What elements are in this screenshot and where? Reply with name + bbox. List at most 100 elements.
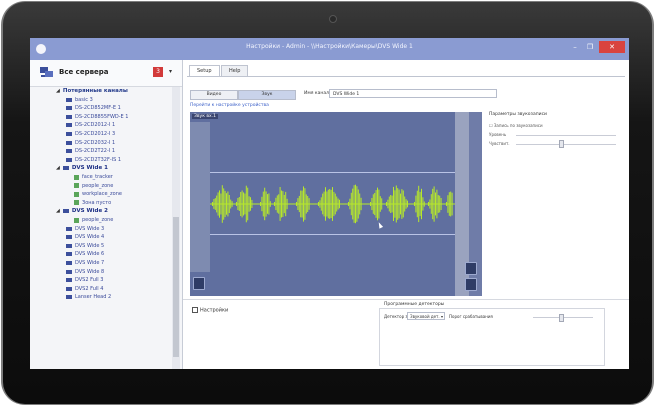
expand-icon[interactable]: ◢ — [56, 88, 60, 94]
tree-camera-item[interactable]: ◢ DVS Wide 1 — [56, 164, 108, 172]
camera-icon — [66, 235, 72, 240]
chevron-down-icon[interactable]: ▾ — [169, 68, 172, 75]
tree-zone-item[interactable]: workplace_zone — [74, 190, 122, 198]
camera-icon — [66, 140, 72, 145]
tree-camera-item[interactable]: DS-2CD2012-I 1 — [66, 121, 115, 129]
tree-item-label: DVS Wide 5 — [75, 242, 105, 249]
threshold-slider-knob[interactable] — [559, 314, 564, 322]
tree-camera-item[interactable]: DVS Wide 7 — [66, 259, 104, 267]
tree-camera-item[interactable]: DS-2CD2T32F-IS 1 — [66, 156, 121, 164]
tree-camera-item[interactable]: basic 3 — [66, 96, 93, 104]
camera-icon — [66, 278, 72, 283]
screen: Настройки - Admin - \\Настройки\Камеры\D… — [30, 38, 629, 369]
tree-item-label: DVS2 Full 3 — [75, 277, 104, 284]
tree-camera-item[interactable]: DVS2 Full 4 — [66, 285, 103, 293]
tree-item-label: Lanser Head 2 — [75, 294, 112, 301]
camera-icon — [66, 243, 72, 248]
audio-mode-button[interactable]: Звук — [238, 90, 296, 100]
tree-camera-item[interactable]: ◢ DVS Wide 2 — [56, 207, 108, 215]
tree-item-label: DS-2CD852MF-E 1 — [75, 105, 121, 112]
scrollbar-thumb[interactable] — [173, 217, 179, 357]
settings-checkbox[interactable]: Настройки — [192, 307, 228, 314]
tree-camera-item[interactable]: DS-2CD2032-I 1 — [66, 139, 115, 147]
checkbox-box[interactable] — [192, 307, 198, 313]
minimize-button[interactable]: – — [568, 41, 582, 53]
camera-tree: ◢ Потерянные каналы basic 3 DS-2CD852MF-E 1… — [30, 87, 172, 369]
camera-icon — [66, 149, 72, 154]
waveform-baseline — [210, 203, 455, 205]
tree-zone-item[interactable]: people_zone — [74, 216, 113, 224]
camera-icon — [66, 286, 72, 291]
tree-item-label: DS-2CD2012-I 3 — [75, 131, 116, 137]
main-content: Setup Help Видео Звук Имя канала DVS Wid… — [183, 60, 629, 369]
device-settings-link[interactable]: Перейти к настройке устройства — [190, 103, 269, 108]
camera-icon — [62, 209, 69, 214]
tree-camera-item[interactable]: DS-2CD2T22-I 1 — [66, 147, 115, 155]
video-preview[interactable]: Звук вх.1 — [190, 112, 482, 296]
tree-camera-item[interactable]: DS-2CD852MF-E 1 — [66, 104, 121, 112]
tree-item-label: Потерянные каналы — [62, 88, 128, 94]
tree-item-label: DVS Wide 3 — [75, 225, 105, 232]
tree-camera-item[interactable]: DVS Wide 4 — [66, 233, 104, 241]
tree-camera-item[interactable]: Lanser Head 2 — [66, 293, 111, 301]
detector-select[interactable]: Звуковой дет. ▾ — [407, 312, 445, 320]
tree-item-label: DVS Wide 7 — [75, 260, 105, 266]
sensitivity-slider-knob[interactable] — [559, 140, 564, 148]
snapshot-icon[interactable] — [193, 277, 205, 290]
camera-icon — [66, 132, 72, 136]
zone-icon — [74, 200, 79, 206]
video-mode-button[interactable]: Видео — [190, 90, 238, 100]
threshold-line-top — [210, 172, 455, 173]
camera-icon — [66, 123, 72, 128]
level-slider[interactable] — [516, 135, 616, 136]
tree-zone-item[interactable]: Зона пусто — [74, 199, 111, 207]
expand-icon[interactable]: ◢ — [56, 165, 60, 171]
channel-name-input[interactable]: DVS Wide 1 — [329, 89, 497, 98]
tree-camera-item[interactable]: DS-2CD8855FWD-E 1 — [66, 113, 128, 121]
sensitivity-label: Чувствит. — [489, 141, 510, 146]
sidebar-scrollbar[interactable] — [172, 87, 180, 369]
detectors-group-title: Программные детекторы — [384, 302, 445, 307]
tree-item-label: people_zone — [82, 182, 114, 189]
settings-icon[interactable] — [465, 278, 477, 291]
chevron-down-icon: ▾ — [440, 314, 443, 319]
expand-icon[interactable]: ◢ — [56, 208, 60, 214]
threshold-line-bottom — [210, 234, 455, 235]
servers-icon — [40, 67, 53, 77]
sensitivity-slider[interactable] — [516, 144, 616, 145]
camera-icon — [66, 114, 72, 119]
audio-record-checkbox[interactable]: ☐ Запись по звукозаписи — [489, 123, 543, 128]
detector-select-value: Звуковой дет. — [410, 314, 440, 319]
maximize-button[interactable]: ❐ — [583, 41, 597, 53]
tree-item-label: DVS2 Full 4 — [75, 285, 104, 292]
tree-camera-item[interactable]: DVS2 Full 3 — [66, 276, 103, 284]
bottom-panel: Настройки Программные детекторы Детектор… — [183, 299, 629, 369]
audio-input-label: Звук вх.1 — [192, 114, 218, 119]
zone-icon — [74, 174, 79, 180]
tree-group[interactable]: ◢ Потерянные каналы — [56, 87, 128, 95]
tree-item-label: workplace_zone — [82, 191, 122, 198]
tree-camera-item[interactable]: DVS Wide 5 — [66, 242, 104, 250]
zone-icon — [74, 191, 79, 197]
tree-item-label: DS-2CD2T32F-IS 1 — [75, 156, 122, 163]
sidebar: Все сервера 3 ▾ ◢ Потерянные каналы basic … — [30, 60, 183, 369]
tree-item-label: people_zone — [82, 217, 114, 223]
tree-zone-item[interactable]: people_zone — [74, 182, 113, 190]
fullscreen-icon[interactable] — [465, 262, 477, 275]
sidebar-header[interactable]: Все сервера 3 ▾ — [30, 60, 182, 87]
settings-checkbox-label: Настройки — [200, 307, 229, 314]
window-title: Настройки - Admin - \\Настройки\Камеры\D… — [246, 43, 413, 50]
tree-camera-item[interactable]: DVS Wide 3 — [66, 225, 104, 233]
tree-camera-item[interactable]: DVS Wide 8 — [66, 268, 104, 276]
tree-camera-item[interactable]: DVS Wide 6 — [66, 250, 104, 258]
sidebar-title: Все сервера — [59, 68, 109, 76]
tree-camera-item[interactable]: DS-2CD2012-I 3 — [66, 130, 115, 138]
camera-icon — [66, 295, 72, 300]
level-label: Уровень — [489, 132, 507, 137]
close-button[interactable]: ✕ — [599, 41, 625, 53]
alert-badge[interactable]: 3 — [153, 67, 163, 77]
tree-item-label: DS-2CD2032-I 1 — [75, 139, 116, 146]
tree-item-label: DS-2CD2T22-I 1 — [75, 148, 115, 155]
channel-name-label: Имя канала — [304, 91, 332, 96]
tree-zone-item[interactable]: face_tracker — [74, 173, 113, 181]
